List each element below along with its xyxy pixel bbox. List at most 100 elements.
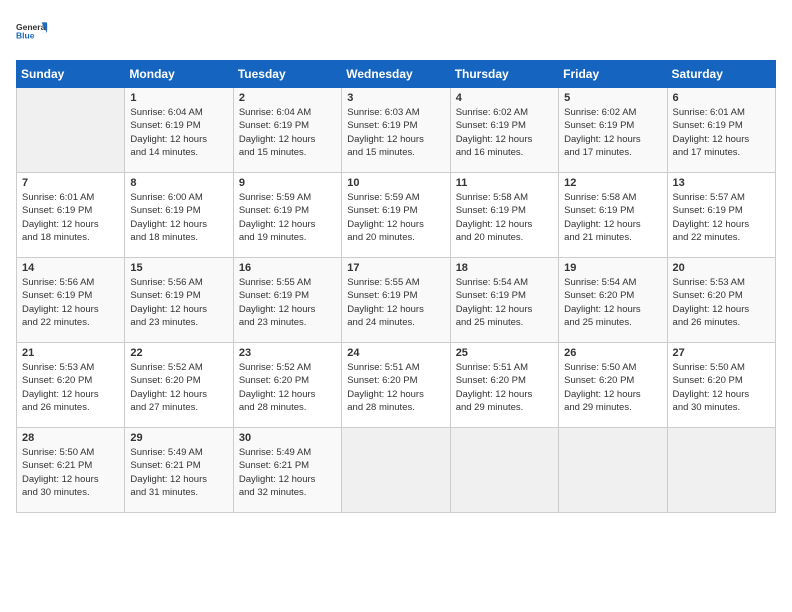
day-number: 3 bbox=[347, 92, 444, 104]
calendar-cell: 8 Sunrise: 6:00 AM Sunset: 6:19 PM Daylig… bbox=[125, 173, 233, 258]
day-info: Sunrise: 5:49 AM Sunset: 6:21 PM Dayligh… bbox=[239, 446, 336, 499]
day-info: Sunrise: 6:00 AM Sunset: 6:19 PM Dayligh… bbox=[130, 191, 227, 244]
calendar-cell: 1 Sunrise: 6:04 AM Sunset: 6:19 PM Daylig… bbox=[125, 88, 233, 173]
calendar-cell: 18 Sunrise: 5:54 AM Sunset: 6:19 PM Dayli… bbox=[450, 258, 558, 343]
day-info: Sunrise: 5:52 AM Sunset: 6:20 PM Dayligh… bbox=[130, 361, 227, 414]
calendar-cell: 24 Sunrise: 5:51 AM Sunset: 6:20 PM Dayli… bbox=[342, 343, 450, 428]
weekday-header: Sunday bbox=[17, 61, 125, 88]
weekday-header: Wednesday bbox=[342, 61, 450, 88]
day-info: Sunrise: 5:51 AM Sunset: 6:20 PM Dayligh… bbox=[347, 361, 444, 414]
logo-svg: General Blue bbox=[16, 16, 48, 48]
day-info: Sunrise: 6:03 AM Sunset: 6:19 PM Dayligh… bbox=[347, 106, 444, 159]
day-number: 5 bbox=[564, 92, 661, 104]
calendar-cell: 27 Sunrise: 5:50 AM Sunset: 6:20 PM Dayli… bbox=[667, 343, 775, 428]
day-number: 2 bbox=[239, 92, 336, 104]
day-number: 8 bbox=[130, 177, 227, 189]
day-number: 13 bbox=[673, 177, 770, 189]
day-number: 16 bbox=[239, 262, 336, 274]
calendar-cell: 10 Sunrise: 5:59 AM Sunset: 6:19 PM Dayli… bbox=[342, 173, 450, 258]
day-number: 11 bbox=[456, 177, 553, 189]
calendar-cell: 11 Sunrise: 5:58 AM Sunset: 6:19 PM Dayli… bbox=[450, 173, 558, 258]
day-number: 1 bbox=[130, 92, 227, 104]
calendar-cell: 13 Sunrise: 5:57 AM Sunset: 6:19 PM Dayli… bbox=[667, 173, 775, 258]
calendar-cell: 30Sunrise: 5:49 AM Sunset: 6:21 PM Dayli… bbox=[233, 428, 341, 513]
day-number: 7 bbox=[22, 177, 119, 189]
calendar-cell: 17 Sunrise: 5:55 AM Sunset: 6:19 PM Dayli… bbox=[342, 258, 450, 343]
calendar-cell: 28 Sunrise: 5:50 AM Sunset: 6:21 PM Dayli… bbox=[17, 428, 125, 513]
calendar-cell: 25Sunrise: 5:51 AM Sunset: 6:20 PM Dayli… bbox=[450, 343, 558, 428]
day-info: Sunrise: 5:50 AM Sunset: 6:21 PM Dayligh… bbox=[22, 446, 119, 499]
calendar-week-row: 21 Sunrise: 5:53 AM Sunset: 6:20 PM Dayli… bbox=[17, 343, 776, 428]
day-number: 29 bbox=[130, 432, 227, 444]
day-info: Sunrise: 5:54 AM Sunset: 6:19 PM Dayligh… bbox=[456, 276, 553, 329]
day-number: 28 bbox=[22, 432, 119, 444]
day-number: 27 bbox=[673, 347, 770, 359]
day-number: 20 bbox=[673, 262, 770, 274]
calendar-cell bbox=[559, 428, 667, 513]
day-number: 6 bbox=[673, 92, 770, 104]
day-info: Sunrise: 5:58 AM Sunset: 6:19 PM Dayligh… bbox=[564, 191, 661, 244]
calendar-cell: 21 Sunrise: 5:53 AM Sunset: 6:20 PM Dayli… bbox=[17, 343, 125, 428]
day-info: Sunrise: 5:50 AM Sunset: 6:20 PM Dayligh… bbox=[673, 361, 770, 414]
day-info: Sunrise: 6:02 AM Sunset: 6:19 PM Dayligh… bbox=[456, 106, 553, 159]
day-info: Sunrise: 5:56 AM Sunset: 6:19 PM Dayligh… bbox=[22, 276, 119, 329]
day-number: 17 bbox=[347, 262, 444, 274]
calendar-cell: 23 Sunrise: 5:52 AM Sunset: 6:20 PM Dayli… bbox=[233, 343, 341, 428]
day-number: 23 bbox=[239, 347, 336, 359]
day-number: 18 bbox=[456, 262, 553, 274]
day-info: Sunrise: 5:56 AM Sunset: 6:19 PM Dayligh… bbox=[130, 276, 227, 329]
weekday-header: Tuesday bbox=[233, 61, 341, 88]
calendar-week-row: 1 Sunrise: 6:04 AM Sunset: 6:19 PM Daylig… bbox=[17, 88, 776, 173]
calendar-cell: 15 Sunrise: 5:56 AM Sunset: 6:19 PM Dayli… bbox=[125, 258, 233, 343]
weekday-header: Thursday bbox=[450, 61, 558, 88]
day-number: 12 bbox=[564, 177, 661, 189]
day-number: 24 bbox=[347, 347, 444, 359]
calendar-cell: 29Sunrise: 5:49 AM Sunset: 6:21 PM Dayli… bbox=[125, 428, 233, 513]
calendar-cell: 9Sunrise: 5:59 AM Sunset: 6:19 PM Daylig… bbox=[233, 173, 341, 258]
day-number: 10 bbox=[347, 177, 444, 189]
weekday-header: Friday bbox=[559, 61, 667, 88]
day-number: 26 bbox=[564, 347, 661, 359]
day-info: Sunrise: 5:52 AM Sunset: 6:20 PM Dayligh… bbox=[239, 361, 336, 414]
day-number: 21 bbox=[22, 347, 119, 359]
day-info: Sunrise: 5:55 AM Sunset: 6:19 PM Dayligh… bbox=[347, 276, 444, 329]
calendar-cell: 7 Sunrise: 6:01 AM Sunset: 6:19 PM Daylig… bbox=[17, 173, 125, 258]
day-number: 14 bbox=[22, 262, 119, 274]
day-number: 15 bbox=[130, 262, 227, 274]
calendar-cell bbox=[667, 428, 775, 513]
day-info: Sunrise: 5:53 AM Sunset: 6:20 PM Dayligh… bbox=[22, 361, 119, 414]
day-info: Sunrise: 5:53 AM Sunset: 6:20 PM Dayligh… bbox=[673, 276, 770, 329]
day-number: 22 bbox=[130, 347, 227, 359]
day-number: 19 bbox=[564, 262, 661, 274]
day-info: Sunrise: 5:59 AM Sunset: 6:19 PM Dayligh… bbox=[347, 191, 444, 244]
calendar-week-row: 28 Sunrise: 5:50 AM Sunset: 6:21 PM Dayli… bbox=[17, 428, 776, 513]
calendar-cell: 14 Sunrise: 5:56 AM Sunset: 6:19 PM Dayli… bbox=[17, 258, 125, 343]
day-info: Sunrise: 5:58 AM Sunset: 6:19 PM Dayligh… bbox=[456, 191, 553, 244]
day-info: Sunrise: 6:01 AM Sunset: 6:19 PM Dayligh… bbox=[22, 191, 119, 244]
logo-container: General Blue bbox=[16, 16, 48, 48]
day-info: Sunrise: 5:54 AM Sunset: 6:20 PM Dayligh… bbox=[564, 276, 661, 329]
day-info: Sunrise: 6:04 AM Sunset: 6:19 PM Dayligh… bbox=[130, 106, 227, 159]
calendar-cell: 20 Sunrise: 5:53 AM Sunset: 6:20 PM Dayli… bbox=[667, 258, 775, 343]
calendar-cell: 5Sunrise: 6:02 AM Sunset: 6:19 PM Daylig… bbox=[559, 88, 667, 173]
day-info: Sunrise: 5:51 AM Sunset: 6:20 PM Dayligh… bbox=[456, 361, 553, 414]
day-info: Sunrise: 5:57 AM Sunset: 6:19 PM Dayligh… bbox=[673, 191, 770, 244]
day-info: Sunrise: 6:01 AM Sunset: 6:19 PM Dayligh… bbox=[673, 106, 770, 159]
calendar-cell bbox=[17, 88, 125, 173]
weekday-header: Monday bbox=[125, 61, 233, 88]
day-number: 9 bbox=[239, 177, 336, 189]
calendar-cell: 16Sunrise: 5:55 AM Sunset: 6:19 PM Dayli… bbox=[233, 258, 341, 343]
weekday-header-row: SundayMondayTuesdayWednesdayThursdayFrid… bbox=[17, 61, 776, 88]
calendar-cell: 3 Sunrise: 6:03 AM Sunset: 6:19 PM Daylig… bbox=[342, 88, 450, 173]
calendar-cell: 2 Sunrise: 6:04 AM Sunset: 6:19 PM Daylig… bbox=[233, 88, 341, 173]
calendar-cell: 12 Sunrise: 5:58 AM Sunset: 6:19 PM Dayli… bbox=[559, 173, 667, 258]
calendar-cell bbox=[450, 428, 558, 513]
calendar-cell: 6 Sunrise: 6:01 AM Sunset: 6:19 PM Daylig… bbox=[667, 88, 775, 173]
day-number: 4 bbox=[456, 92, 553, 104]
day-info: Sunrise: 5:50 AM Sunset: 6:20 PM Dayligh… bbox=[564, 361, 661, 414]
day-info: Sunrise: 6:04 AM Sunset: 6:19 PM Dayligh… bbox=[239, 106, 336, 159]
calendar-cell bbox=[342, 428, 450, 513]
calendar-table: SundayMondayTuesdayWednesdayThursdayFrid… bbox=[16, 60, 776, 513]
calendar-week-row: 7 Sunrise: 6:01 AM Sunset: 6:19 PM Daylig… bbox=[17, 173, 776, 258]
calendar-week-row: 14 Sunrise: 5:56 AM Sunset: 6:19 PM Dayli… bbox=[17, 258, 776, 343]
